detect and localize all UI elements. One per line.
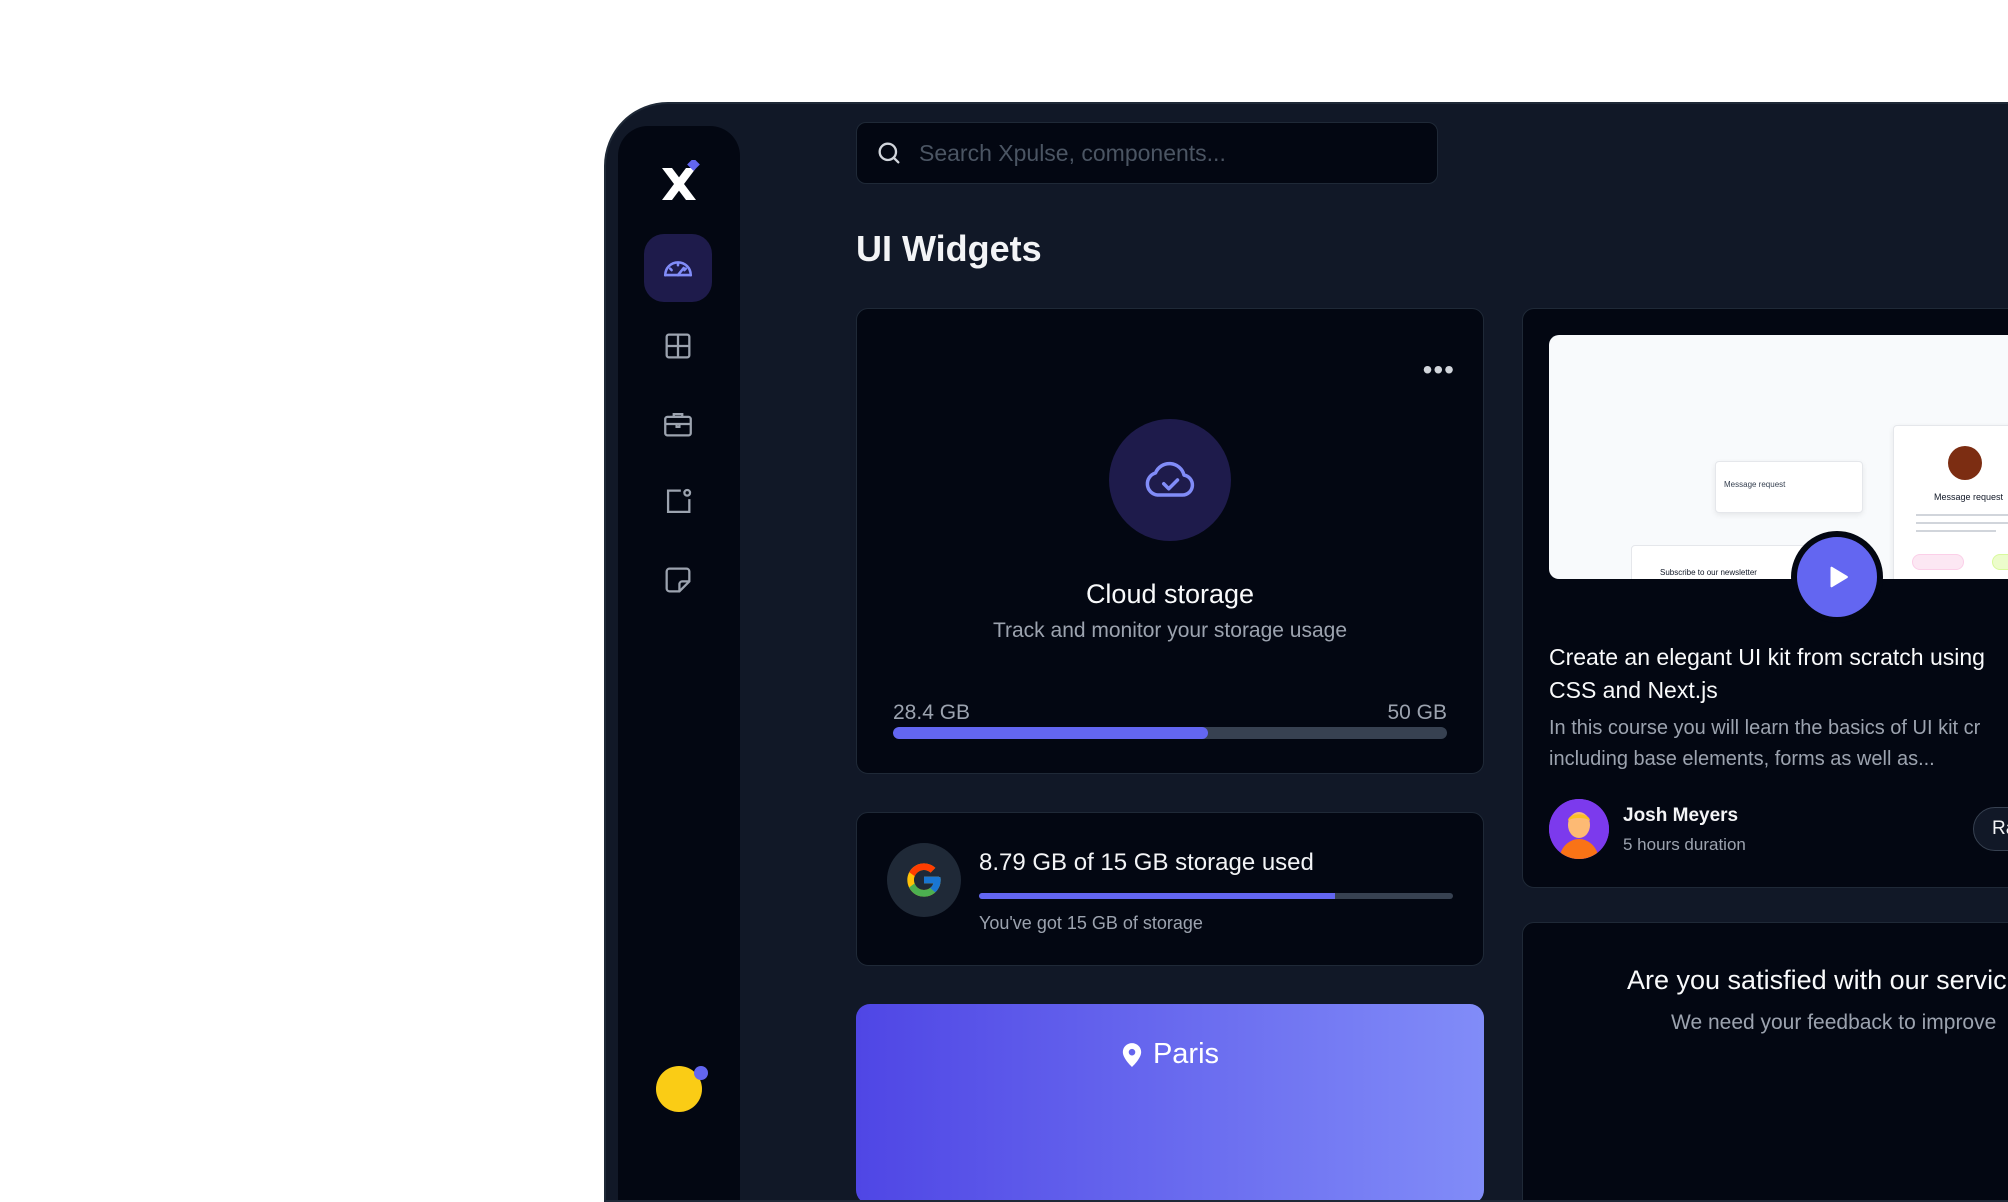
cloud-check-icon xyxy=(1145,461,1195,497)
author-avatar[interactable] xyxy=(1549,799,1609,859)
author-portrait xyxy=(1549,799,1609,859)
sticky-note-icon xyxy=(665,567,691,593)
thumbnail-text-line xyxy=(1916,514,2008,516)
thumbnail-accept-pill xyxy=(1992,554,2008,570)
search-bar[interactable] xyxy=(856,122,1438,184)
weather-card: Paris xyxy=(856,1004,1484,1200)
google-storage-subtitle: You've got 15 GB of storage xyxy=(979,913,1203,933)
thumbnail-text-line xyxy=(1916,530,1996,532)
course-description-line: In this course you will learn the basics… xyxy=(1549,717,1981,739)
author-name: Josh Meyers xyxy=(1623,805,1739,826)
course-title-line: Create an elegant UI kit from scratch us… xyxy=(1549,644,1985,670)
search-input[interactable] xyxy=(919,139,1399,167)
briefcase-icon xyxy=(664,412,692,437)
course-title[interactable]: Create an elegant UI kit from scratch us… xyxy=(1549,641,2008,707)
sidebar-item-widgets[interactable] xyxy=(644,312,712,380)
course-thumbnail[interactable]: Message request Message request Subscrib… xyxy=(1549,335,2008,579)
google-logo-badge xyxy=(887,843,961,917)
google-storage-progress-fill xyxy=(979,893,1335,899)
page-title: UI Widgets xyxy=(856,228,1042,269)
sidebar-item-notes[interactable] xyxy=(644,546,712,614)
sidebar-item-projects[interactable] xyxy=(644,390,712,458)
grid-icon xyxy=(665,333,691,359)
google-storage-card: 8.79 GB of 15 GB storage used You've got… xyxy=(856,812,1484,966)
weather-location: Paris xyxy=(856,1038,1484,1071)
cloud-storage-subtitle: Track and monitor your storage usage xyxy=(992,619,1348,642)
thumbnail-text-line xyxy=(1916,522,2008,524)
thumbnail-mock-title: Message request xyxy=(1934,492,2004,502)
course-duration: 5 hours duration xyxy=(1623,835,1746,854)
feedback-card: Are you satisfied with our servic We nee… xyxy=(1522,922,2008,1200)
notification-square-icon xyxy=(666,488,692,514)
google-icon xyxy=(907,863,941,897)
cloud-icon-badge xyxy=(1109,419,1231,541)
rate-button[interactable]: Ra xyxy=(1973,807,2008,851)
feedback-subtitle: We need your feedback to improve xyxy=(1671,1011,1997,1034)
xpulse-logo[interactable] xyxy=(656,158,704,208)
more-options-button[interactable]: ••• xyxy=(1423,356,1455,384)
search-icon xyxy=(878,142,900,164)
course-description-line: including base elements, forms as well a… xyxy=(1549,748,1935,770)
weather-city-name: Paris xyxy=(1152,1038,1220,1070)
location-pin-icon xyxy=(1122,1042,1142,1067)
course-card: Message request Message request Subscrib… xyxy=(1522,308,2008,888)
storage-used-value: 28.4 GB xyxy=(893,701,971,724)
thumbnail-mock-request: Message request xyxy=(1715,461,1863,513)
storage-progress-bar xyxy=(893,727,1447,739)
google-storage-title: 8.79 GB of 15 GB storage used xyxy=(979,849,1314,876)
sidebar-item-notifications[interactable] xyxy=(644,468,712,536)
cloud-storage-title: Cloud storage xyxy=(1085,579,1255,609)
storage-progress-fill xyxy=(893,727,1208,739)
gauge-icon xyxy=(663,261,693,277)
google-storage-progress-bar xyxy=(979,893,1453,899)
sidebar-item-dashboard[interactable] xyxy=(644,234,712,302)
thumbnail-mock-newsletter: Subscribe to our newsletter xyxy=(1631,545,1815,579)
thumbnail-mock-request-label: Message request xyxy=(1724,480,1786,489)
storage-total-value: 50 GB xyxy=(1387,701,1447,724)
thumbnail-avatar xyxy=(1948,446,1982,480)
cloud-storage-card: ••• Cloud storage Track and monitor your… xyxy=(856,308,1484,774)
play-icon xyxy=(1830,566,1848,588)
play-button[interactable] xyxy=(1791,531,1883,623)
app-window: UI Widgets ••• Cloud storage Track and m… xyxy=(604,102,2008,1202)
thumbnail-newsletter-label: Subscribe to our newsletter xyxy=(1660,568,1757,577)
sidebar xyxy=(618,126,740,1200)
feedback-title: Are you satisfied with our servic xyxy=(1627,965,2007,995)
course-title-line: CSS and Next.js xyxy=(1549,677,1718,703)
thumbnail-mock-card: Message request xyxy=(1893,425,2008,579)
thumbnail-decline-pill xyxy=(1912,554,1964,570)
course-description: In this course you will learn the basics… xyxy=(1549,713,2008,775)
